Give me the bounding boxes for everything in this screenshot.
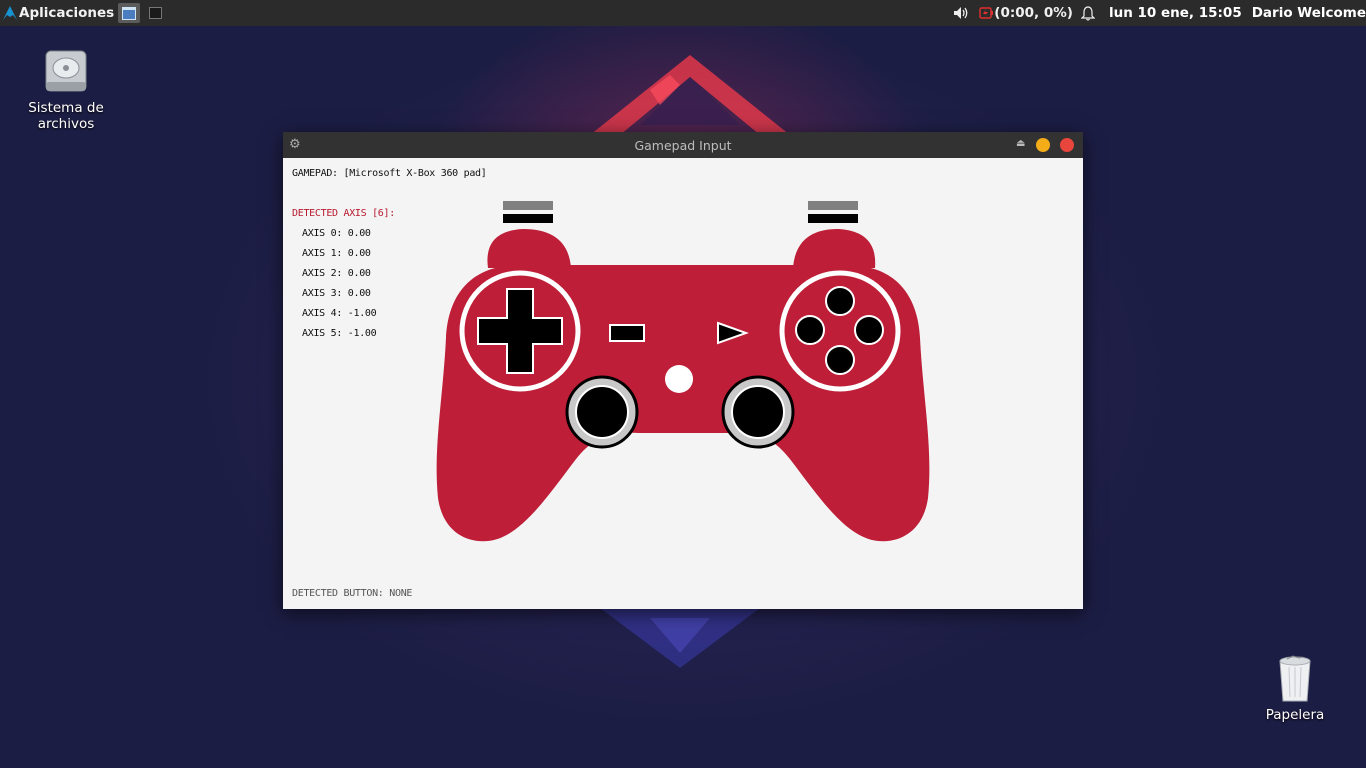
axis-row: AXIS 5: -1.00 (302, 328, 377, 339)
left-stick (575, 385, 629, 439)
right-stick (731, 385, 785, 439)
window-icon (122, 6, 137, 20)
window-titlebar[interactable]: ⚙ Gamepad Input ⏏ (283, 132, 1083, 158)
gamepad-diagram (436, 201, 930, 542)
bell-icon[interactable] (1080, 5, 1095, 21)
axis-row: AXIS 4: -1.00 (302, 308, 377, 319)
left-trigger-bar (503, 201, 553, 210)
face-button-left (795, 315, 825, 345)
wallpaper-decoration-bottom (600, 608, 760, 668)
filesystem-desktop-icon[interactable]: Sistema de archivos (20, 48, 112, 132)
axis-row: AXIS 0: 0.00 (302, 228, 371, 239)
clock[interactable]: lun 10 ene, 15:05 (1109, 5, 1242, 21)
left-bumper-bar (503, 214, 553, 223)
close-icon[interactable] (1060, 138, 1074, 152)
terminal-icon (148, 7, 162, 19)
filesystem-label-line1: Sistema de (28, 100, 104, 116)
user-menu[interactable]: Dario Welcome (1252, 5, 1366, 21)
axis-header: DETECTED AXIS [6]: (292, 208, 395, 219)
axis-row: AXIS 2: 0.00 (302, 268, 371, 279)
window-title: Gamepad Input (634, 138, 732, 153)
volume-icon[interactable] (953, 6, 971, 20)
right-bumper-bar (808, 214, 858, 223)
gamepad-name: GAMEPAD: [Microsoft X-Box 360 pad] (292, 168, 487, 179)
left-shoulder (487, 229, 571, 268)
trash-label: Papelera (1265, 707, 1325, 723)
window-content: GAMEPAD: [Microsoft X-Box 360 pad] DETEC… (283, 158, 1083, 609)
minimize-icon[interactable] (1036, 138, 1050, 152)
right-shoulder (793, 229, 876, 268)
trash-desktop-icon[interactable]: Papelera (1250, 655, 1340, 723)
trash-icon (1279, 655, 1311, 702)
right-trigger-bar (808, 201, 858, 210)
axis-row: AXIS 3: 0.00 (302, 288, 371, 299)
home-button (665, 365, 693, 393)
detected-button: DETECTED BUTTON: NONE (292, 588, 413, 599)
applications-menu[interactable]: Aplicaciones (19, 5, 114, 21)
battery-status: (0:00, 0%) (994, 5, 1073, 21)
battery-icon (979, 7, 994, 19)
axis-row: AXIS 1: 0.00 (302, 248, 371, 259)
gamepad-window: ⚙ Gamepad Input ⏏ GAMEPAD: [Microsoft X-… (283, 132, 1083, 609)
select-button (609, 324, 645, 342)
face-button-top (825, 286, 855, 316)
battery-indicator[interactable]: (0:00, 0%) (979, 5, 1073, 21)
wallpaper-decoration (590, 55, 790, 135)
top-panel: Aplicaciones (0:00, 0%) lun 10 ene, 15:0… (0, 0, 1366, 26)
face-button-right (854, 315, 884, 345)
drive-icon (45, 50, 87, 92)
arch-logo-icon[interactable] (3, 6, 17, 20)
eject-icon[interactable]: ⏏ (1016, 138, 1025, 149)
filesystem-label-line2: archivos (37, 116, 95, 132)
taskbar-terminal[interactable] (144, 3, 166, 23)
taskbar-gamepad-window[interactable] (118, 3, 141, 23)
face-button-bottom (825, 345, 855, 375)
